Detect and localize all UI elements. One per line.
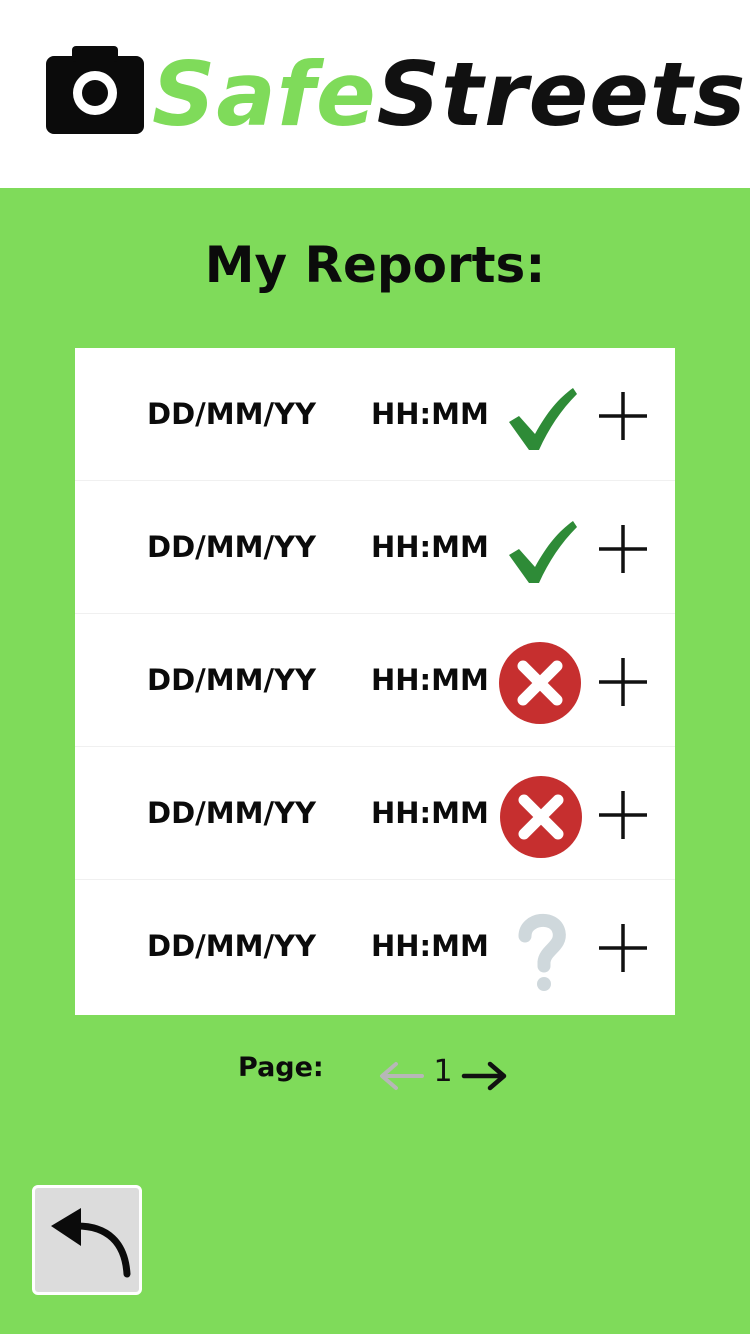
app-logo-text: SafeStreets (152, 40, 746, 150)
back-arrow-icon (51, 1208, 131, 1278)
logo-word-streets: Streets (376, 43, 747, 146)
reports-list: DD/MM/YY HH:MM DD/MM/YY HH:MM DD/MM/YY H… (75, 348, 675, 1015)
report-date: DD/MM/YY (147, 530, 317, 564)
cross-circle-icon (500, 776, 582, 858)
report-row: DD/MM/YY HH:MM (75, 614, 675, 747)
report-time: HH:MM (371, 397, 489, 431)
back-button[interactable] (32, 1185, 142, 1295)
plus-icon[interactable] (593, 785, 653, 845)
plus-icon[interactable] (593, 386, 653, 446)
arrow-right-icon[interactable] (460, 1058, 510, 1094)
report-row: DD/MM/YY HH:MM (75, 747, 675, 880)
report-date: DD/MM/YY (147, 929, 317, 963)
report-time: HH:MM (371, 929, 489, 963)
report-row: DD/MM/YY HH:MM (75, 348, 675, 481)
current-page-number: 1 (433, 1054, 453, 1089)
app-header: SafeStreets (0, 0, 750, 188)
page-title: My Reports: (204, 236, 546, 294)
checkmark-icon (509, 521, 577, 583)
report-row: DD/MM/YY HH:MM (75, 481, 675, 614)
report-date: DD/MM/YY (147, 397, 317, 431)
plus-icon[interactable] (593, 652, 653, 712)
checkmark-icon (509, 388, 577, 450)
report-row: DD/MM/YY HH:MM (75, 880, 675, 1013)
arrow-left-icon (380, 1062, 424, 1090)
pagination-label: Page: (238, 1052, 324, 1083)
report-time: HH:MM (371, 663, 489, 697)
question-mark-icon (518, 913, 566, 991)
report-time: HH:MM (371, 530, 489, 564)
plus-icon[interactable] (593, 519, 653, 579)
plus-icon[interactable] (593, 918, 653, 978)
report-time: HH:MM (371, 796, 489, 830)
report-date: DD/MM/YY (147, 796, 317, 830)
logo-word-safe: Safe (152, 43, 377, 146)
cross-circle-icon (499, 642, 581, 724)
camera-icon (46, 46, 144, 134)
report-date: DD/MM/YY (147, 663, 317, 697)
